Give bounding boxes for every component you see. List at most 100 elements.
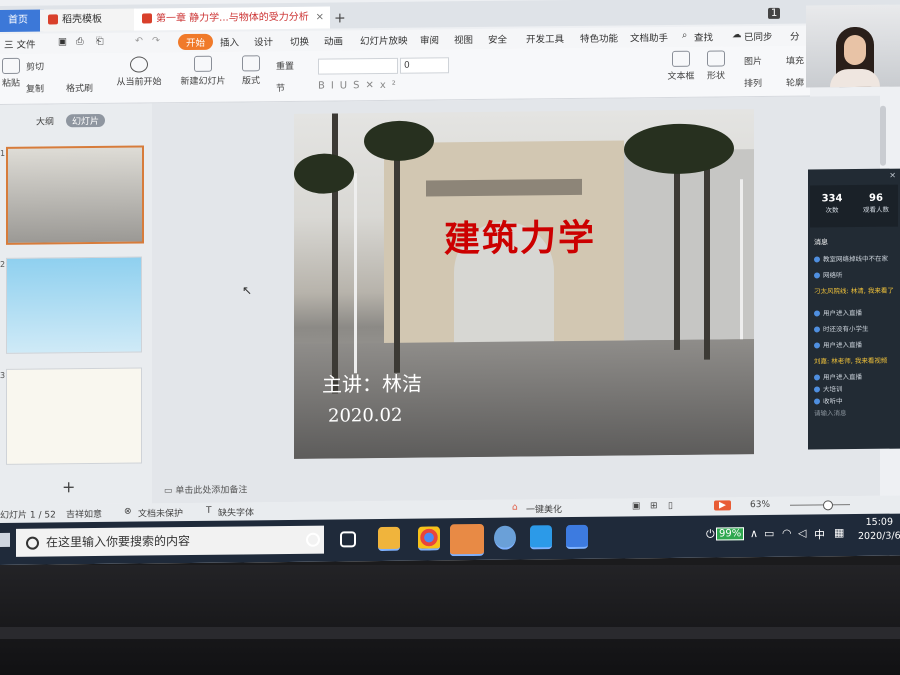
stat-viewers: 96 观看人数 — [854, 193, 898, 214]
chevron-up-icon[interactable]: ∧ — [750, 527, 758, 540]
save-icon[interactable]: ▣ — [58, 36, 67, 47]
close-tab-icon[interactable]: × — [316, 7, 324, 29]
menu-file[interactable]: 三 文件 — [4, 37, 36, 51]
tab-slides[interactable]: 幻灯片 — [66, 113, 106, 128]
chat-message: 教室网络掉线中不在家 — [814, 253, 898, 264]
copy-button[interactable]: 复制 — [26, 82, 44, 95]
new-slide-button[interactable]: 新建幻灯片 — [178, 55, 228, 88]
wps-icon[interactable] — [566, 524, 588, 550]
slide-thumbnail-panel: 大纲 幻灯片 1 2 3 + — [0, 103, 152, 505]
presenter-face — [844, 34, 866, 66]
menu-animation[interactable]: 动画 — [324, 33, 343, 47]
menu-insert[interactable]: 插入 — [220, 34, 239, 48]
plug-icon: ⏻ — [706, 527, 715, 541]
ime-indicator[interactable]: 中 — [814, 526, 825, 542]
play-slideshow-button[interactable]: ▶ — [714, 500, 731, 511]
task-view-icon[interactable] — [340, 531, 356, 548]
meeting-app-icon[interactable] — [530, 525, 552, 550]
vertical-scrollbar[interactable] — [880, 105, 886, 166]
redo-icon[interactable]: ↷ — [152, 35, 160, 46]
slide-thumbnail-2[interactable] — [6, 256, 142, 354]
protect-status[interactable]: 文档未保护 — [138, 506, 183, 519]
menu-design[interactable]: 设计 — [254, 34, 273, 48]
picture-button[interactable]: 图片 — [744, 54, 762, 67]
menu-view[interactable]: 视图 — [454, 32, 473, 46]
slide-speaker[interactable]: 主讲：林洁 — [322, 368, 422, 398]
sync-status[interactable]: 已同步 — [744, 29, 773, 43]
paste-button[interactable]: 粘贴 — [0, 57, 22, 89]
tab-outline[interactable]: 大纲 — [36, 114, 54, 127]
sorter-view-icon[interactable]: ⊞ — [650, 501, 658, 511]
current-slide[interactable]: 建筑力学 主讲：林洁 2020.02 — [294, 109, 754, 459]
shape-button[interactable]: 形状 — [702, 50, 730, 82]
chrome-icon[interactable] — [418, 526, 440, 551]
volume-icon[interactable]: ◁ — [798, 527, 806, 540]
format-painter-button[interactable]: 格式刷 — [66, 81, 93, 94]
menu-features[interactable]: 特色功能 — [580, 31, 618, 45]
tab-document[interactable]: 第一章 静力学...与物体的受力分析 × — [134, 6, 330, 31]
menu-search[interactable]: 查找 — [694, 30, 713, 44]
close-icon[interactable]: × — [889, 171, 896, 180]
chat-input[interactable]: 请输入消息 — [814, 407, 847, 417]
add-slide-button[interactable]: + — [62, 477, 75, 496]
slide-title[interactable]: 建筑力学 — [444, 209, 596, 263]
layout-button[interactable]: 版式 — [236, 55, 266, 86]
slide-date[interactable]: 2020.02 — [328, 405, 402, 427]
arrange-button[interactable]: 排列 — [744, 76, 762, 89]
menu-developer[interactable]: 开发工具 — [526, 31, 564, 45]
feishu-icon[interactable] — [450, 523, 484, 557]
notes-area[interactable]: ▭ 单击此处添加备注 — [164, 482, 247, 496]
text-box-button[interactable]: 文本框 — [666, 50, 696, 82]
reset-label: 重置 — [276, 61, 295, 73]
play-from-current-button[interactable]: 从当前开始 — [112, 56, 166, 88]
cortana-icon[interactable] — [306, 532, 320, 547]
taskbar-search-box[interactable]: 在这里输入你要搜索的内容 — [16, 525, 324, 557]
action-center-icon[interactable]: ▭ — [764, 527, 774, 540]
normal-view-icon[interactable]: ▣ — [632, 501, 641, 511]
beautify-icon: ⌂ — [512, 502, 518, 513]
windows-start-icon[interactable] — [0, 532, 10, 547]
search-icon — [26, 536, 39, 550]
menu-security[interactable]: 安全 — [488, 32, 507, 46]
tab-template[interactable]: 稻壳模板 — [40, 8, 136, 32]
ime-mode-icon[interactable]: ▦ — [834, 526, 844, 539]
cut-button[interactable]: 剪切 — [26, 60, 44, 73]
docer-icon — [48, 14, 58, 25]
wifi-icon[interactable]: ◠ — [782, 527, 792, 540]
reading-view-icon[interactable]: ▯ — [668, 501, 673, 511]
font-name-select[interactable] — [318, 57, 398, 75]
print-icon[interactable]: ⎗ — [96, 36, 104, 47]
palm-tree-frond — [294, 153, 354, 194]
section-button[interactable]: 节 — [276, 81, 285, 94]
menu-review[interactable]: 审阅 — [420, 32, 439, 46]
export-icon[interactable]: ⎙ — [76, 36, 84, 47]
menu-home[interactable]: 开始 — [178, 33, 214, 51]
tab-home[interactable]: 首页 — [0, 9, 44, 33]
slide-thumbnail-3[interactable] — [6, 367, 142, 465]
battery-indicator[interactable]: 99% — [716, 527, 745, 541]
file-explorer-icon[interactable] — [378, 526, 400, 552]
zoom-level[interactable]: 63% — [750, 500, 770, 510]
text-format-icons[interactable]: BIUS✕x² — [318, 80, 402, 92]
browser-icon[interactable] — [494, 525, 516, 550]
laptop-bezel — [0, 565, 900, 675]
beautify-button[interactable]: 一键美化 — [526, 502, 562, 515]
new-tab-icon[interactable]: + — [334, 10, 346, 26]
menu-doc-assistant[interactable]: 文档助手 — [630, 30, 668, 44]
sync-icon[interactable]: ☁ — [732, 29, 742, 40]
theme-name[interactable]: 吉祥如意 — [66, 507, 102, 520]
search-icon[interactable]: ⌕ — [682, 30, 687, 41]
missing-font[interactable]: 缺失字体 — [218, 505, 254, 518]
menu-slideshow[interactable]: 幻灯片放映 — [360, 33, 408, 47]
font-size-select[interactable]: 0 — [400, 57, 449, 74]
outline-button[interactable]: 轮廓 — [786, 76, 804, 89]
zoom-slider[interactable] — [790, 504, 850, 506]
zoom-slider-handle[interactable] — [823, 500, 833, 511]
share-label[interactable]: 分 — [790, 29, 800, 43]
fill-button[interactable]: 填充 — [786, 54, 804, 67]
menu-transition[interactable]: 切换 — [290, 34, 309, 48]
reset-button[interactable]: 重置 — [276, 59, 294, 72]
undo-icon[interactable]: ↶ — [135, 36, 143, 47]
slide-thumbnail-1[interactable] — [6, 145, 144, 245]
system-clock[interactable]: 15:09 2020/3/6 — [858, 516, 900, 544]
